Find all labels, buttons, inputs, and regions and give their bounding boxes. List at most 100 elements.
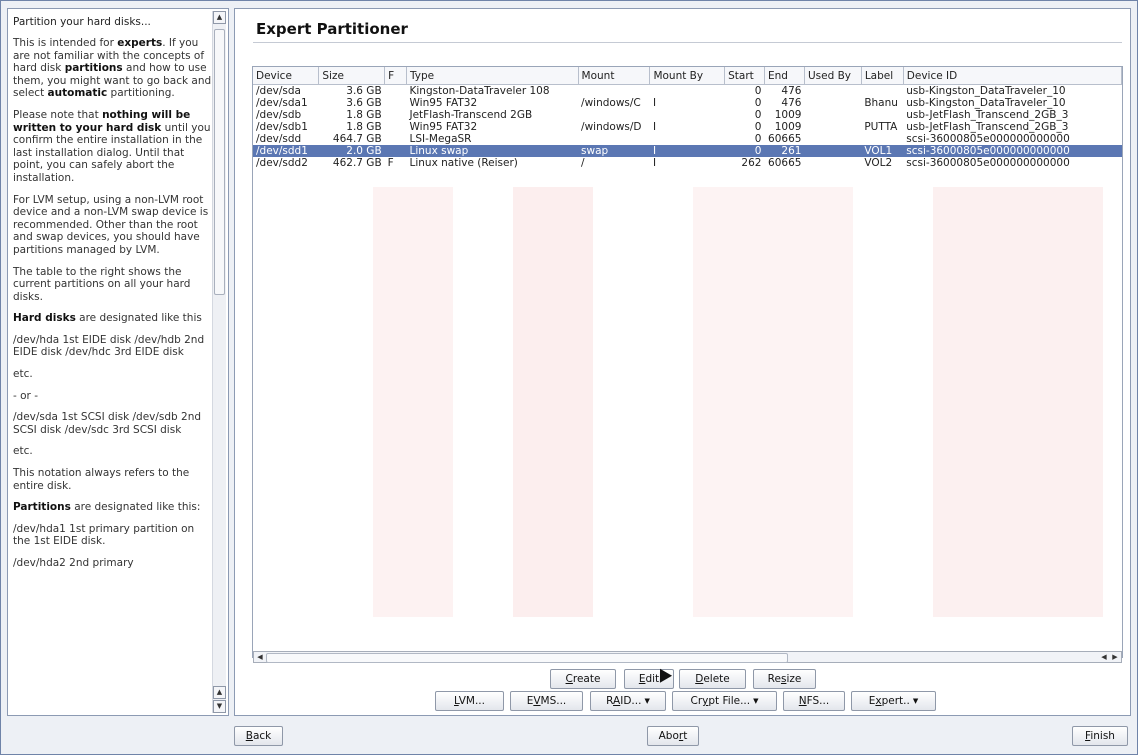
finish-button[interactable]: Finish — [1072, 726, 1128, 746]
scroll-left-icon[interactable]: ◀ — [1099, 652, 1109, 662]
scroll-thumb[interactable] — [266, 653, 788, 663]
lvm-button[interactable]: LVM... — [435, 691, 504, 711]
raid-button[interactable]: RAID... ▼ — [590, 691, 666, 711]
cell-end: 1009 — [774, 121, 802, 133]
button-label: inish — [1090, 730, 1115, 742]
cell-id: usb-Kingston_DataTraveler_10 — [906, 85, 1066, 97]
button-label: reate — [572, 673, 601, 685]
button-label: ack — [252, 730, 272, 742]
expert-button[interactable]: Expert.. ▼ — [851, 691, 936, 711]
column-header[interactable]: F — [384, 67, 407, 85]
cell-size: 3.6 GB — [346, 85, 382, 97]
cell-f — [385, 97, 407, 109]
partition-table[interactable]: Device Size F Type Mount Mount By Start End Used… — [252, 66, 1123, 658]
button-mnemonic: V — [533, 695, 541, 707]
help-text-run: /dev/hda 1st EIDE disk /dev/hdb 2nd EIDE… — [13, 333, 205, 359]
crypt-file-button[interactable]: Crypt File... ▼ — [672, 691, 777, 711]
back-button[interactable]: Back — [234, 726, 283, 746]
cell-start: 0 — [754, 109, 762, 121]
cell-start: 262 — [741, 157, 762, 169]
cell-f — [384, 145, 407, 157]
column-header[interactable]: Type — [406, 67, 579, 85]
help-text-run: This notation always refers to the entir… — [13, 467, 190, 492]
column-header[interactable]: Start — [724, 67, 765, 85]
create-button[interactable]: Create — [550, 669, 616, 689]
table-row[interactable]: /dev/sdb 1.8 GB JetFlash-Transcend 2GB 0 100… — [253, 109, 1122, 121]
help-text-run: /dev/sda 1st SCSI disk /dev/sdb 2nd SCSI… — [13, 411, 202, 436]
cell-mount: /windows/D — [581, 121, 642, 133]
cell-f: F — [387, 157, 394, 169]
cell-mountby — [650, 133, 725, 145]
cell-f — [385, 121, 407, 133]
cell-end: 476 — [781, 97, 802, 109]
cell-label — [861, 85, 903, 98]
cell-label: PUTTA — [864, 121, 898, 133]
button-label: Cr — [690, 695, 703, 707]
table-row[interactable]: /dev/sdd 464.7 GB LSI-MegaSR 0 60665 scsi-360… — [253, 133, 1122, 145]
cell-id: usb-Kingston_DataTraveler_10 — [906, 97, 1066, 109]
help-paragraph: /dev/hda 1st EIDE disk /dev/hdb 2nd EIDE… — [13, 334, 213, 359]
cell-type: Win95 FAT32 — [409, 121, 478, 133]
help-text-run: are designated like this — [75, 312, 202, 325]
button-mnemonic: B — [245, 730, 253, 742]
evms-button[interactable]: EVMS... — [510, 691, 583, 711]
cell-size: 1.8 GB — [346, 109, 382, 121]
dropdown-arrow-icon: ▼ — [912, 697, 919, 705]
cell-id: usb-JetFlash_Transcend_2GB_3 — [906, 121, 1069, 133]
cell-label: Bhanu — [864, 97, 898, 109]
help-text-run: The table to the right shows the current… — [13, 265, 191, 303]
cell-type: LSI-MegaSR — [409, 133, 472, 145]
cell-label — [861, 109, 903, 121]
button-label: elete — [703, 673, 730, 685]
help-paragraph: Please note that nothing will be written… — [13, 109, 213, 185]
help-text-run: For LVM setup, using a non-LVM root devi… — [13, 193, 209, 256]
dropdown-arrow-icon: ▼ — [753, 697, 759, 705]
column-header[interactable]: Label — [861, 67, 904, 85]
cell-start: 0 — [754, 133, 762, 145]
scroll-down-icon[interactable]: ▼ — [213, 700, 226, 713]
resize-button[interactable]: Resize — [753, 669, 816, 689]
scroll-right-icon[interactable]: ▶ — [1110, 652, 1120, 662]
cell-device: /dev/sdd — [256, 133, 302, 145]
delete-button[interactable]: Delete — [679, 669, 746, 689]
column-header[interactable]: End — [764, 67, 805, 85]
abort-button[interactable]: Abort — [647, 726, 699, 746]
cell-start: 0 — [754, 97, 762, 109]
cell-type: Kingston-DataTraveler 108 — [409, 85, 550, 97]
cell-mountby: I — [652, 121, 657, 133]
table-row[interactable]: /dev/sda 3.6 GB Kingston-DataTraveler 108 0… — [253, 85, 1122, 98]
cell-mountby: I — [652, 157, 657, 169]
scroll-left-icon[interactable]: ◀ — [255, 652, 265, 662]
help-paragraph: /dev/hda1 1st primary partition on the 1… — [13, 523, 213, 548]
button-mnemonic: C — [565, 673, 573, 685]
cell-mountby — [650, 109, 725, 121]
cell-end: 60665 — [768, 157, 802, 169]
help-scrollbar[interactable]: ▲ ▲ ▼ — [212, 11, 226, 713]
help-text-run: /dev/hda1 1st primary partition on the 1… — [13, 522, 195, 548]
column-header[interactable]: Size — [318, 67, 386, 85]
help-emphasis: experts — [117, 37, 163, 49]
column-header[interactable]: Device ID — [903, 67, 1122, 85]
table-row[interactable]: /dev/sda1 3.6 GB Win95 FAT32/windows/C I 0 47… — [253, 97, 1122, 109]
column-header[interactable]: Mount By — [649, 67, 726, 85]
scroll-thumb[interactable] — [214, 29, 225, 295]
scroll-up-icon[interactable]: ▲ — [213, 11, 226, 24]
help-panel[interactable]: Partition your hard disks... This is int… — [7, 8, 229, 716]
table-row[interactable]: /dev/sdd2 462.7 GB F Linux native (Reiser) /… — [253, 157, 1122, 169]
cell-end: 476 — [781, 85, 802, 97]
help-text-run: - or - — [13, 389, 38, 402]
help-title: Partition your hard disks... — [13, 16, 151, 28]
nfs-button[interactable]: NFS... — [783, 691, 845, 711]
scroll-up-icon[interactable]: ▲ — [213, 686, 226, 699]
table-row-selected[interactable]: /dev/sdd1 2.0 GB Linux swap swap I 0 261 VOL1 sc… — [253, 145, 1122, 157]
help-text-run: are designated like this: — [70, 501, 201, 514]
table-row[interactable]: /dev/sdb1 1.8 GB Win95 FAT32/windows/D I 0 10… — [253, 121, 1122, 133]
column-header[interactable]: Device — [253, 67, 320, 85]
column-header[interactable]: Used By — [804, 67, 862, 85]
table-horizontal-scrollbar[interactable]: ◀ ◀ ▶ — [253, 651, 1122, 663]
help-text-run: partitioning. — [107, 87, 175, 100]
cell-device: /dev/sdd2 — [256, 157, 308, 169]
column-header[interactable]: Mount — [578, 67, 651, 85]
help-emphasis: partitions — [64, 62, 123, 75]
button-label: pt File... — [708, 695, 751, 707]
